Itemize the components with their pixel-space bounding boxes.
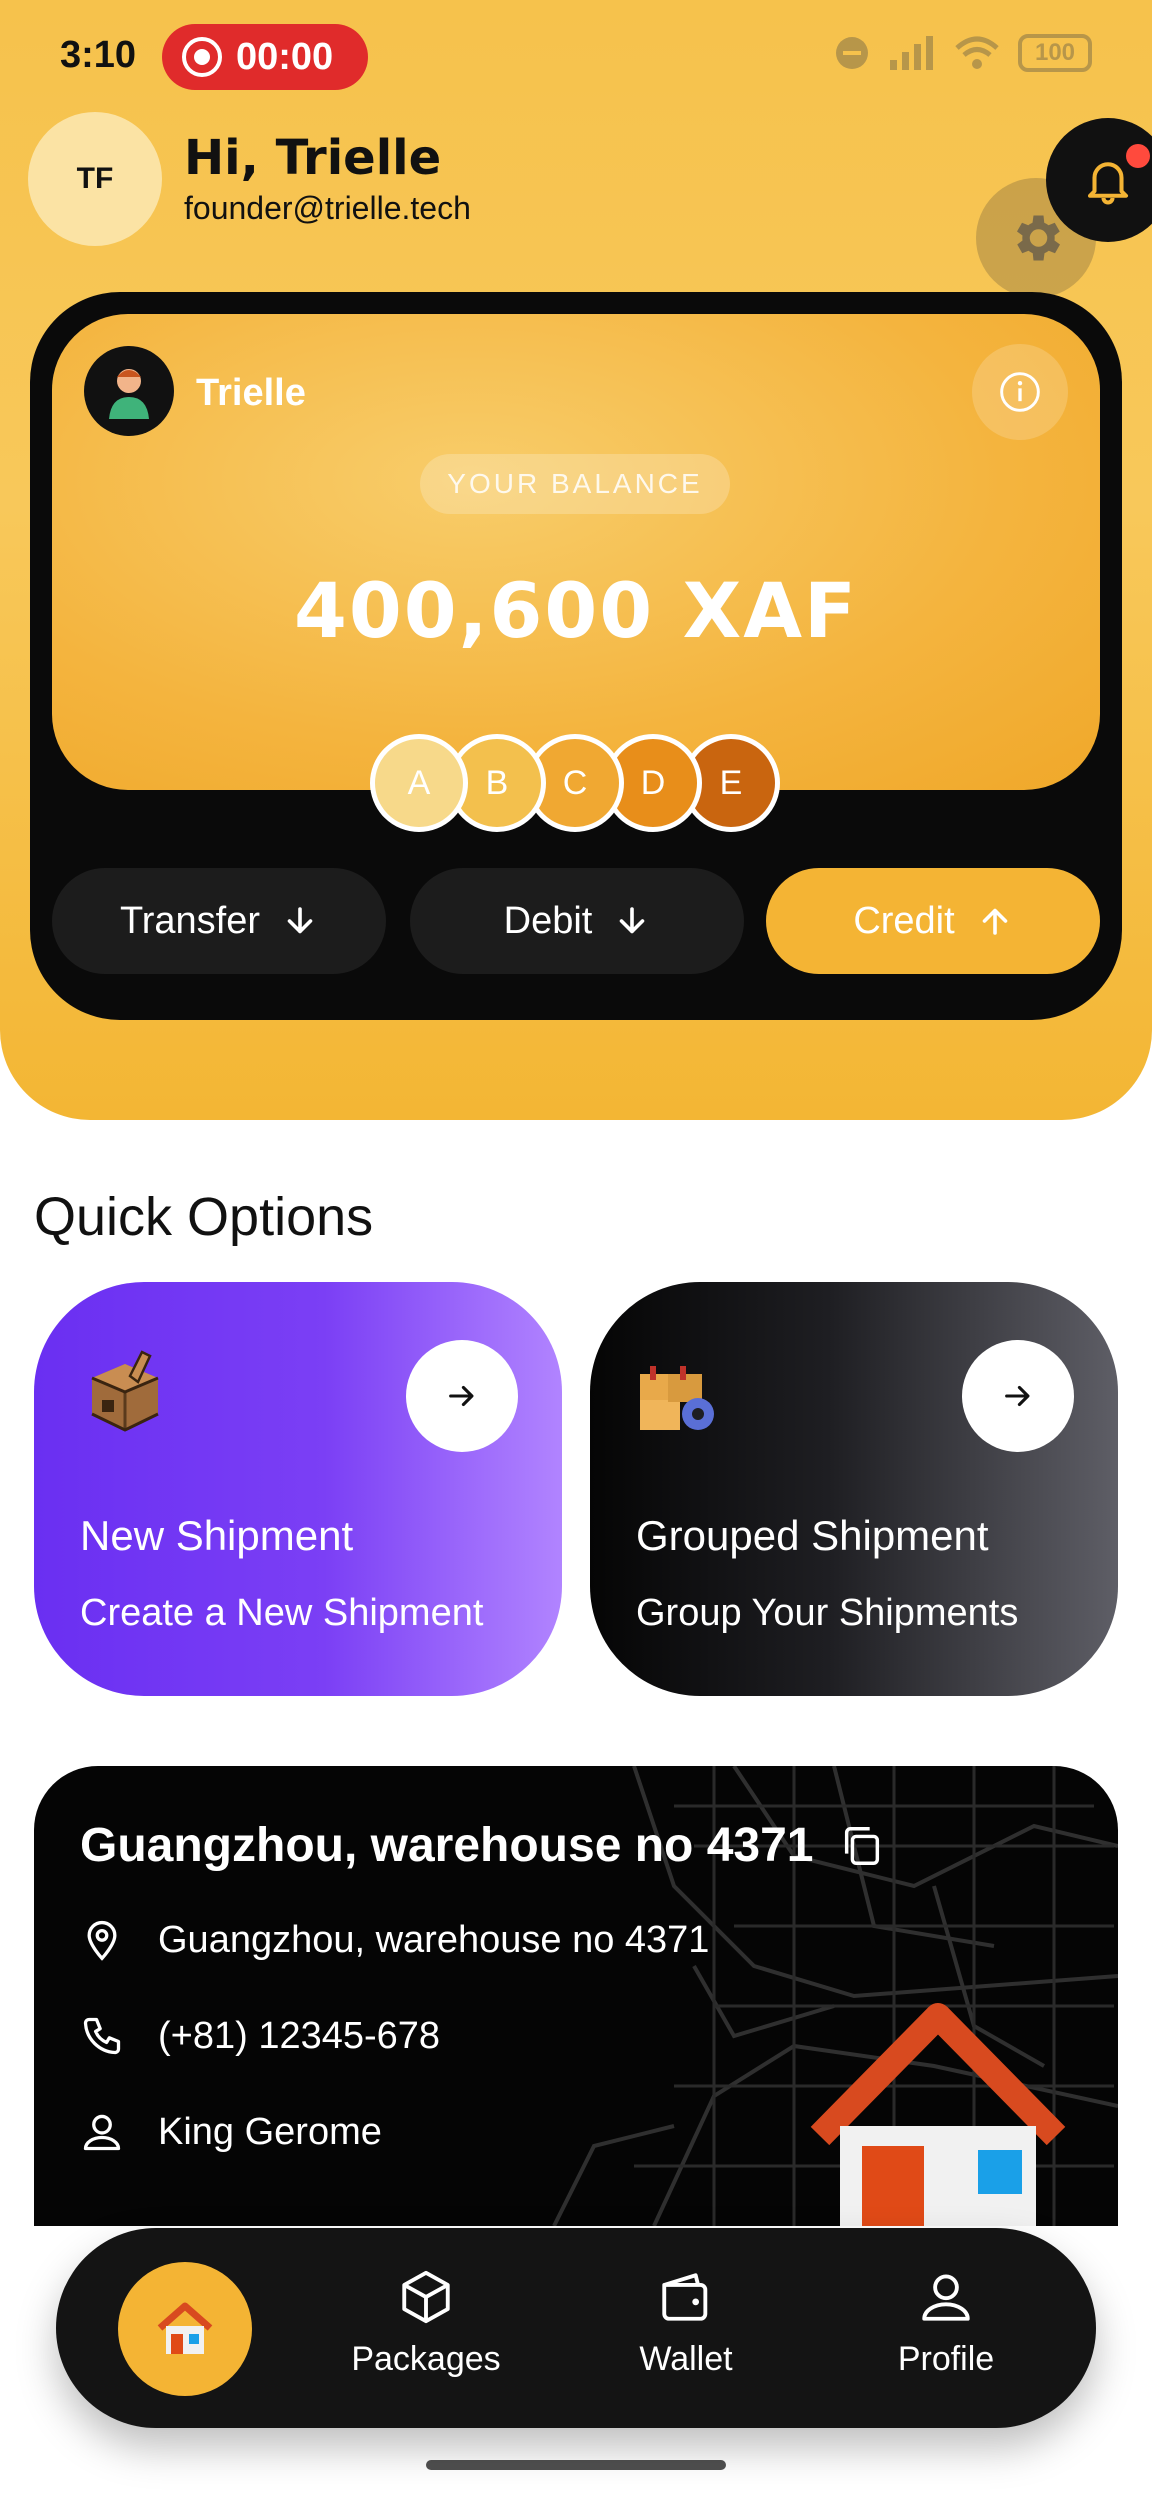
gear-icon xyxy=(1017,215,1060,261)
credit-label: Credit xyxy=(853,899,955,942)
person-avatar-icon xyxy=(109,369,149,419)
nav-home-button[interactable] xyxy=(118,2262,252,2396)
wifi-icon xyxy=(955,36,999,69)
cube-icon xyxy=(402,2270,450,2324)
new-shipment-title: New Shipment xyxy=(80,1512,354,1559)
bottom-nav: Packages Wallet Profile xyxy=(56,2228,1096,2428)
signal-icon xyxy=(890,36,933,70)
account-avatar xyxy=(84,346,174,436)
warehouse-title: Guangzhou, warehouse no 4371 xyxy=(80,1818,885,1873)
tier-selector: ABCDE xyxy=(370,734,780,832)
notification-badge xyxy=(1126,144,1150,168)
balance-amount: 400,600 XAF xyxy=(294,566,858,655)
balance-label: YOUR BALANCE xyxy=(420,454,730,514)
user-email: founder@trielle.tech xyxy=(184,190,471,226)
debit-button[interactable]: Debit xyxy=(410,868,744,974)
greeting-title: Hi, Trielle xyxy=(184,130,442,186)
grouped-shipment-card[interactable]: Grouped Shipment Group Your Shipments xyxy=(590,1282,1118,1696)
status-time: 3:10 xyxy=(60,34,137,76)
package-box-icon xyxy=(91,1350,159,1432)
recording-time: 00:00 xyxy=(236,35,334,78)
info-icon xyxy=(1000,372,1040,412)
location-pin-icon xyxy=(87,1920,117,1961)
transfer-button[interactable]: Transfer xyxy=(52,868,386,974)
status-icons: 100 xyxy=(834,34,1092,72)
person-icon xyxy=(83,2114,121,2151)
warehouse-phone-row: (+81) 12345-678 xyxy=(80,2014,440,2058)
warehouse-phone[interactable]: (+81) 12345-678 xyxy=(158,2015,440,2058)
boxes-gear-icon xyxy=(640,1366,714,1430)
record-icon xyxy=(182,37,222,77)
nav-wallet-label: Wallet xyxy=(639,2340,733,2378)
copy-icon[interactable] xyxy=(839,1823,885,1869)
warehouse-contact-row: King Gerome xyxy=(80,2110,382,2154)
arrow-up-icon xyxy=(982,908,1007,935)
account-name: Trielle xyxy=(196,372,306,414)
home-indicator[interactable] xyxy=(426,2460,726,2470)
focus-icon xyxy=(836,37,868,69)
arrow-down-icon xyxy=(620,907,645,934)
battery-indicator: 100 xyxy=(1018,34,1092,72)
new-shipment-arrow-button[interactable] xyxy=(406,1340,518,1452)
wallet-icon xyxy=(662,2273,708,2321)
home-icon xyxy=(157,2302,213,2354)
warehouse-address-row: Guangzhou, warehouse no 4371 xyxy=(80,1918,709,1962)
nav-profile-label: Profile xyxy=(897,2340,995,2378)
warehouse-card[interactable]: Guangzhou, warehouse no 4371 Guangzhou, … xyxy=(34,1766,1118,2226)
nav-packages-label: Packages xyxy=(351,2340,501,2378)
screen-recording-indicator[interactable]: 00:00 xyxy=(162,24,368,90)
quick-options-title: Quick Options xyxy=(34,1187,374,1247)
house-icon xyxy=(810,2003,1066,2226)
info-button[interactable] xyxy=(972,344,1068,440)
new-shipment-card[interactable]: New Shipment Create a New Shipment xyxy=(34,1282,562,1696)
warehouse-address: Guangzhou, warehouse no 4371 xyxy=(158,1918,710,1961)
phone-icon xyxy=(83,2017,121,2055)
user-avatar[interactable]: TF xyxy=(28,112,162,246)
nav-wallet[interactable]: Wallet xyxy=(596,2268,776,2379)
arrow-right-icon xyxy=(449,1385,474,1407)
debit-label: Debit xyxy=(503,899,593,942)
warehouse-contact: King Gerome xyxy=(158,2110,382,2153)
tier-a-button[interactable]: A xyxy=(370,734,468,832)
nav-packages[interactable]: Packages xyxy=(336,2268,516,2379)
arrow-right-icon xyxy=(1005,1385,1030,1407)
grouped-shipment-title: Grouped Shipment xyxy=(636,1512,989,1559)
grouped-shipment-subtitle: Group Your Shipments xyxy=(636,1592,1019,1634)
arrow-down-icon xyxy=(287,907,313,934)
nav-profile[interactable]: Profile xyxy=(856,2268,1036,2379)
grouped-shipment-arrow-button[interactable] xyxy=(962,1340,1074,1452)
credit-button[interactable]: Credit xyxy=(766,868,1100,974)
new-shipment-subtitle: Create a New Shipment xyxy=(80,1592,484,1634)
profile-icon xyxy=(922,2274,970,2321)
warehouse-name: Guangzhou, warehouse no 4371 xyxy=(80,1819,814,1872)
app-screen: 3:10 00:00 100 TF Hi, Trielle founder@tr… xyxy=(0,0,1152,2496)
transfer-label: Transfer xyxy=(119,899,261,942)
